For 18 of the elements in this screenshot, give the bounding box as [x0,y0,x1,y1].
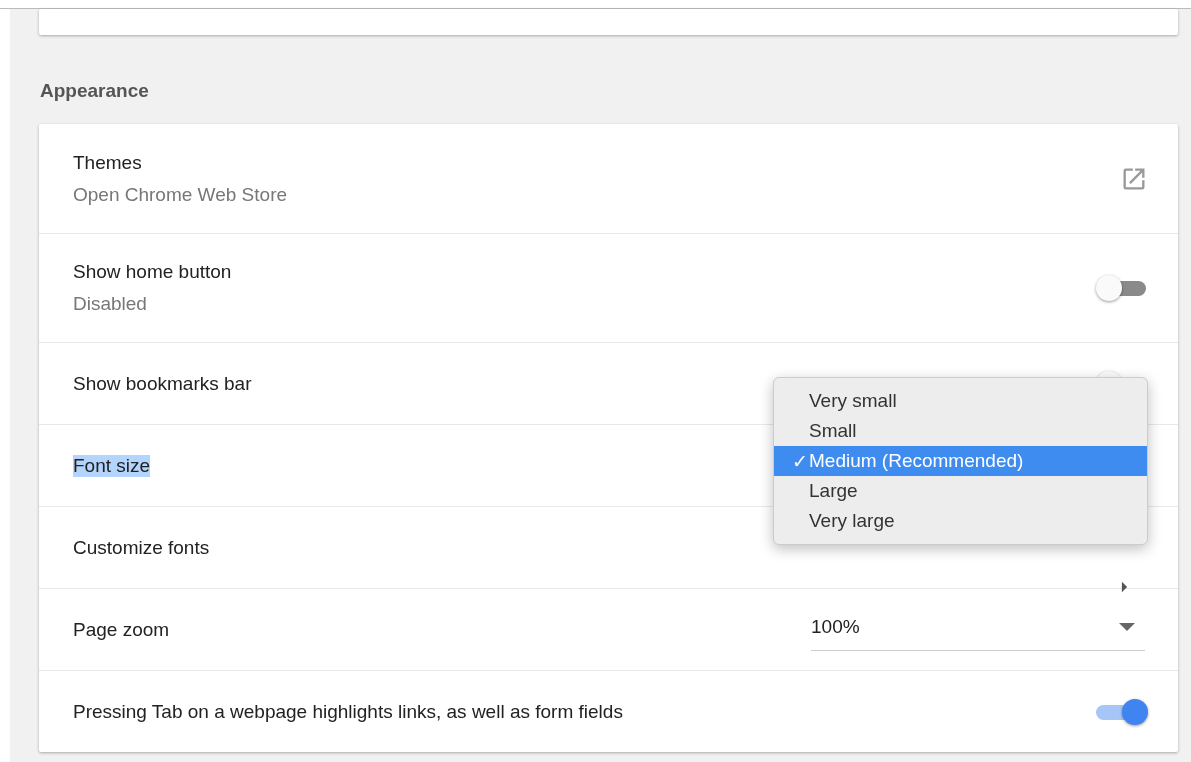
setting-label: Pressing Tab on a webpage highlights links, as well as form fields [73,700,623,723]
menu-option[interactable]: Very large [774,506,1147,536]
menu-option[interactable]: Very small [774,386,1147,416]
setting-label: Customize fonts [73,536,210,559]
toggle-switch[interactable] [1094,697,1150,726]
caret-icon [1119,623,1135,631]
right-arrow-icon[interactable] [1121,580,1128,593]
setting-description: Disabled [73,293,147,315]
setting-label: Themes [73,151,142,174]
setting-label: Page zoom [73,618,170,641]
menu-option[interactable]: Small [774,416,1147,446]
section-title: Appearance [39,79,150,103]
menu-option[interactable]: Large [774,476,1147,506]
setting-label: Show home button [73,261,232,283]
setting-description: Open Chrome Web Store [73,183,288,206]
zoom-dropdown[interactable]: 100% [811,608,1145,651]
setting-label: Font size [73,454,151,477]
setting-label: Show bookmarks bar [73,372,252,395]
